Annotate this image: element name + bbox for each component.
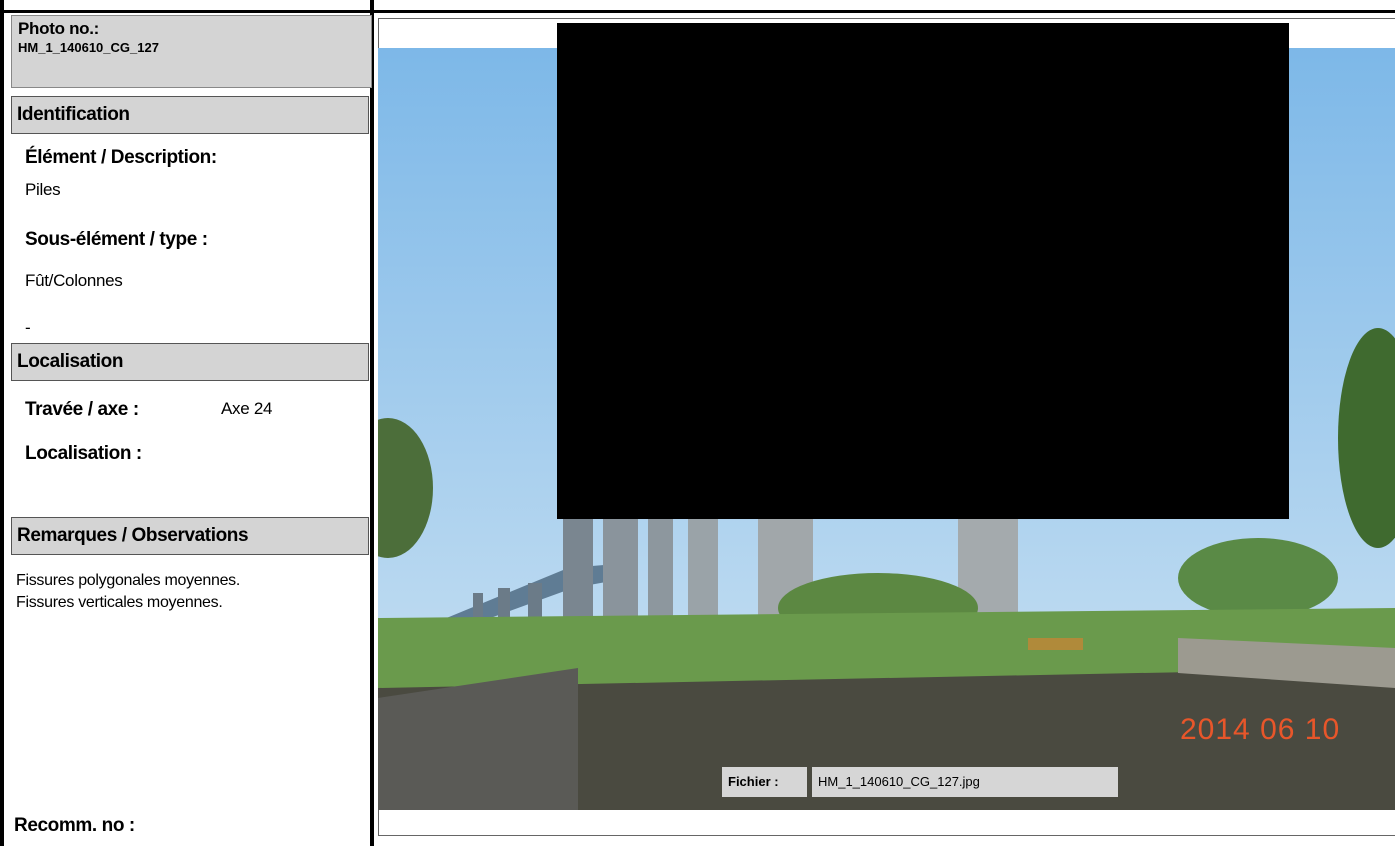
date-stamp: 2014 06 10 — [1180, 713, 1341, 746]
photo-number-box: Photo no.: HM_1_140610_CG_127 — [11, 15, 372, 88]
redaction-block — [557, 23, 1289, 519]
travee-value: Axe 24 — [221, 399, 273, 418]
column-divider — [370, 0, 374, 846]
recommandation-label: Recomm. no : — [14, 815, 135, 836]
top-border — [0, 0, 1395, 13]
file-label: Fichier : — [722, 767, 807, 797]
photo-number-value: HM_1_140610_CG_127 — [18, 40, 159, 55]
photo-number-label: Photo no.: — [18, 19, 100, 38]
subelement-value: Fût/Colonnes — [25, 271, 123, 290]
element-value: Piles — [25, 180, 61, 199]
file-name-field: HM_1_140610_CG_127.jpg — [812, 767, 1118, 797]
remark-line: Fissures polygonales moyennes. — [16, 572, 241, 589]
identification-extra: - — [25, 318, 31, 337]
element-label: Élément / Description: — [25, 147, 217, 168]
localisation-label: Localisation : — [25, 443, 142, 464]
localisation-heading: Localisation — [11, 343, 369, 381]
remarques-heading: Remarques / Observations — [11, 517, 369, 555]
travee-label: Travée / axe : — [25, 399, 139, 420]
subelement-label: Sous-élément / type : — [25, 229, 208, 250]
identification-heading: Identification — [11, 96, 369, 134]
remark-line: Fissures verticales moyennes. — [16, 594, 223, 611]
remarques-text: Fissures polygonales moyennes. Fissures … — [16, 570, 240, 614]
left-border — [0, 0, 4, 846]
